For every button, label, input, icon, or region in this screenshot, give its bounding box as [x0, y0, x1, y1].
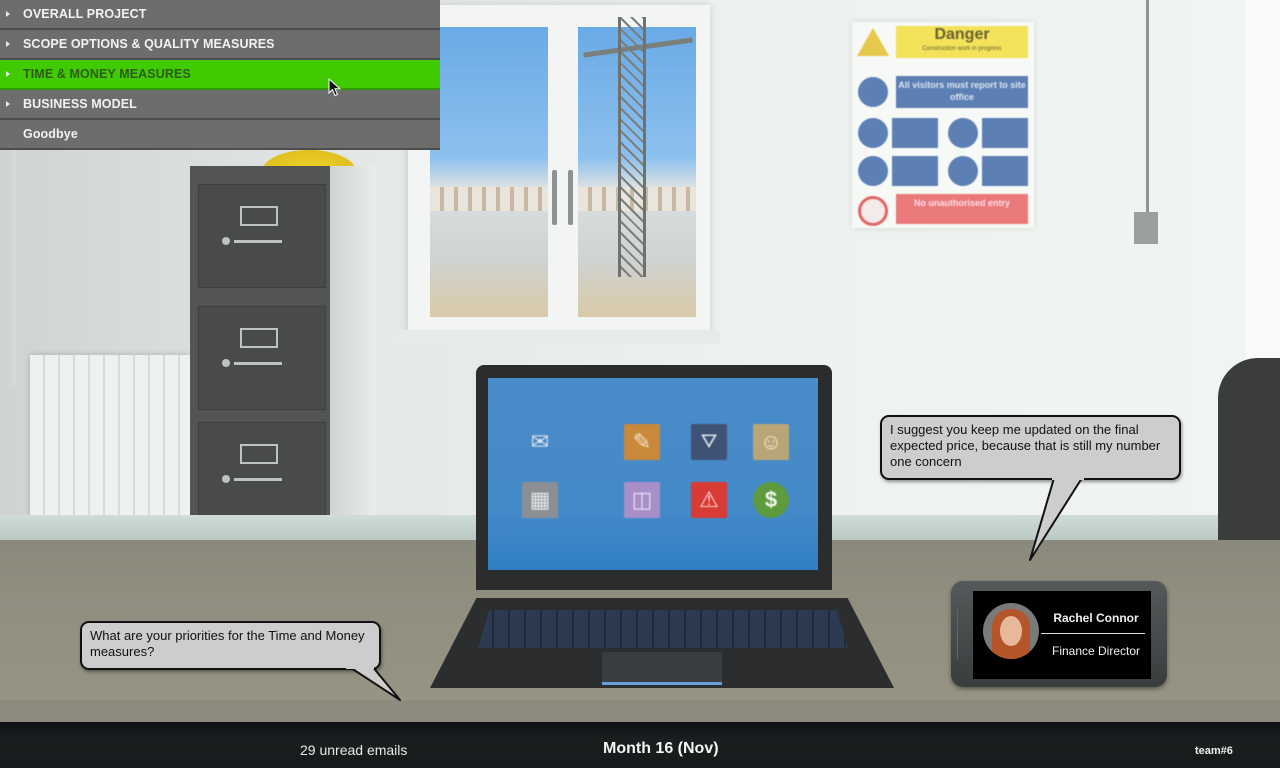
drawer-knob [222, 237, 230, 245]
sign-panel [982, 156, 1028, 186]
mail-icon[interactable]: ✉ [522, 424, 558, 460]
contact-name: Rachel Connor [1053, 611, 1139, 625]
crane [618, 17, 646, 277]
stadium-view [430, 187, 548, 211]
chart-icon[interactable]: ◫ [624, 482, 660, 518]
office-window [408, 5, 710, 335]
menu-item-time-money[interactable]: TIME & MONEY MEASURES [0, 60, 440, 90]
window-sill [390, 330, 720, 344]
risk-warning-icon[interactable]: ⚠ [691, 482, 727, 518]
phone-buttons [957, 609, 968, 659]
drawer-label [240, 206, 278, 226]
desk-edge [0, 700, 1280, 722]
menu-item-goodbye[interactable]: Goodbye [0, 120, 440, 150]
chart-glyph: ◫ [631, 487, 653, 512]
drawer-knob [222, 475, 230, 483]
player-question-text: What are your priorities for the Time an… [90, 628, 365, 659]
boots-icon [858, 156, 888, 186]
speech-bubble-tail [1029, 476, 1084, 561]
team-icon[interactable]: ☺ [753, 424, 789, 460]
contact-divider [1041, 633, 1145, 634]
exclamation-icon [858, 77, 888, 107]
ear-protection-icon [948, 156, 978, 186]
laptop-trackpad [602, 652, 722, 685]
menu-item-label: Goodbye [23, 127, 78, 141]
danger-title: Danger [934, 26, 990, 43]
calendar-icon[interactable]: ▦ [522, 482, 558, 518]
current-month: Month 16 (Nov) [603, 740, 719, 757]
radiator [30, 355, 190, 535]
risk-warning-glyph: ⚠ [699, 487, 719, 512]
money-icon[interactable]: $ [753, 482, 789, 518]
wall-pipe [12, 150, 16, 386]
drawer-handle [234, 240, 282, 243]
topic-menu: OVERALL PROJECT SCOPE OPTIONS & QUALITY … [0, 0, 440, 150]
money-glyph: $ [764, 487, 778, 512]
triangle-right-icon [6, 101, 10, 107]
cabinet-drawer [198, 422, 326, 526]
calendar-glyph: ▦ [529, 487, 551, 512]
no-entry-icon [858, 196, 888, 226]
warning-triangle-icon [857, 28, 889, 56]
unread-emails-link[interactable]: 29 unread emails [300, 742, 407, 758]
sign-panel [892, 156, 938, 186]
npc-response-text: I suggest you keep me updated on the fin… [890, 422, 1161, 469]
triangle-right-icon [6, 11, 10, 17]
contact-phone-card[interactable]: Rachel Connor Finance Director [951, 581, 1167, 687]
drawer-handle [234, 478, 282, 481]
danger-header: Danger Construction work in progress [896, 26, 1028, 58]
hard-hat-icon [858, 118, 888, 148]
sign-panel [982, 118, 1028, 148]
team-glyph: ☺ [759, 429, 783, 454]
menu-item-label: BUSINESS MODEL [23, 97, 137, 111]
menu-item-label: OVERALL PROJECT [23, 7, 147, 21]
menu-item-scope-options-quality[interactable]: SCOPE OPTIONS & QUALITY MEASURES [0, 30, 440, 60]
drawer-knob [222, 359, 230, 367]
cabinet-drawer [198, 184, 326, 288]
mail-glyph: ✉ [530, 429, 550, 454]
hi-vis-icon [948, 118, 978, 148]
mouse-cursor-icon [328, 78, 342, 97]
laptop-screen[interactable]: ✉ ✎ ⛛ ☺ ▦ ◫ ⚠ $ [488, 378, 818, 570]
menu-item-label: TIME & MONEY MEASURES [23, 67, 191, 81]
drawer-label [240, 444, 278, 464]
danger-sign: Danger Construction work in progress All… [852, 22, 1034, 228]
player-speech-bubble: What are your priorities for the Time an… [80, 621, 381, 670]
wall-socket [1134, 212, 1158, 244]
window-pane-left [430, 27, 548, 317]
document-edit-glyph: ✎ [632, 429, 652, 454]
danger-subtitle: Construction work in progress [922, 46, 1002, 52]
sign-panel [892, 118, 938, 148]
compass-icon[interactable]: ⛛ [691, 424, 727, 460]
cabinet-drawer [198, 306, 326, 410]
no-entry-notice: No unauthorised entry [896, 194, 1028, 224]
speech-bubble-tail [346, 666, 401, 701]
contact-role: Finance Director [1051, 644, 1141, 658]
window-handle [568, 170, 573, 225]
status-bar: 29 unread emails Month 16 (Nov) team#6 [0, 722, 1280, 768]
drawer-handle [234, 362, 282, 365]
avatar-face [1000, 616, 1022, 646]
visitors-notice: All visitors must report to site office [896, 76, 1028, 108]
avatar [983, 603, 1039, 659]
compass-glyph: ⛛ [700, 430, 718, 453]
team-label: team#6 [1195, 745, 1233, 757]
wall-cable [1146, 0, 1149, 212]
cabinet-side [330, 166, 376, 538]
triangle-right-icon [6, 41, 10, 47]
triangle-right-icon [6, 71, 10, 77]
office-chair [1218, 358, 1280, 558]
menu-item-overall-project[interactable]: OVERALL PROJECT [0, 0, 440, 30]
menu-item-label: SCOPE OPTIONS & QUALITY MEASURES [23, 37, 275, 51]
laptop-keyboard [478, 610, 848, 648]
npc-speech-bubble: I suggest you keep me updated on the fin… [880, 415, 1181, 480]
menu-item-business-model[interactable]: BUSINESS MODEL [0, 90, 440, 120]
phone-screen: Rachel Connor Finance Director [973, 591, 1151, 679]
drawer-label [240, 328, 278, 348]
window-handle [552, 170, 557, 225]
document-edit-icon[interactable]: ✎ [624, 424, 660, 460]
